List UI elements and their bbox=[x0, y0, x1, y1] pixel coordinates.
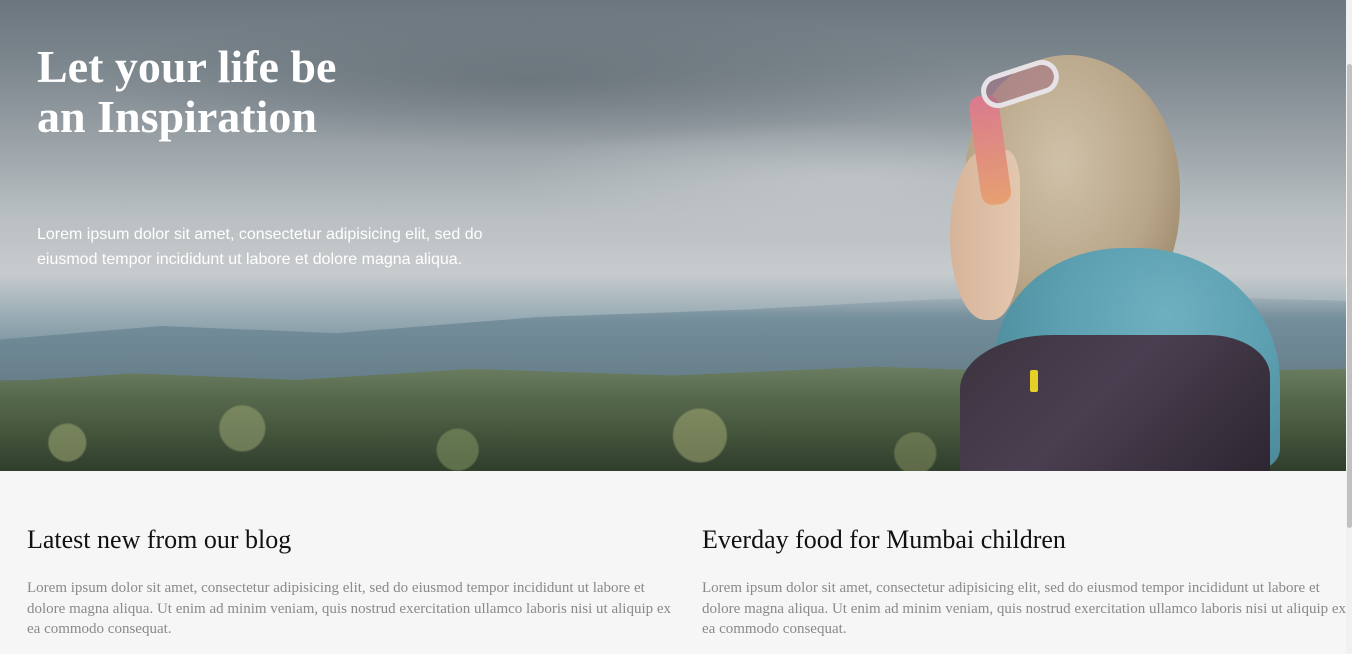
hiker-woman-image bbox=[930, 55, 1310, 471]
blog-title-1: Latest new from our blog bbox=[27, 525, 292, 554]
blog-column-1: Latest new from our blog Lorem ipsum dol… bbox=[27, 522, 677, 640]
scrollbar-thumb[interactable] bbox=[1347, 64, 1352, 528]
blog-title-2: Everday food for Mumbai children bbox=[702, 525, 1066, 554]
vest bbox=[960, 335, 1270, 471]
zipper-pull bbox=[1030, 370, 1038, 392]
blog-text-1: Lorem ipsum dolor sit amet, consectetur … bbox=[27, 580, 672, 637]
vertical-scrollbar[interactable] bbox=[1346, 0, 1352, 654]
blog-text-2: Lorem ipsum dolor sit amet, consectetur … bbox=[702, 580, 1347, 637]
hero-title-line2: an Inspiration bbox=[37, 91, 317, 142]
hero-title: Let your life be an Inspiration bbox=[37, 42, 457, 142]
hero-title-line1: Let your life be bbox=[37, 41, 337, 92]
hero-description: Lorem ipsum dolor sit amet, consectetur … bbox=[37, 226, 483, 268]
blog-column-2: Everday food for Mumbai children Lorem i… bbox=[702, 522, 1352, 640]
hero-banner: Let your life be an Inspiration Lorem ip… bbox=[0, 0, 1346, 471]
